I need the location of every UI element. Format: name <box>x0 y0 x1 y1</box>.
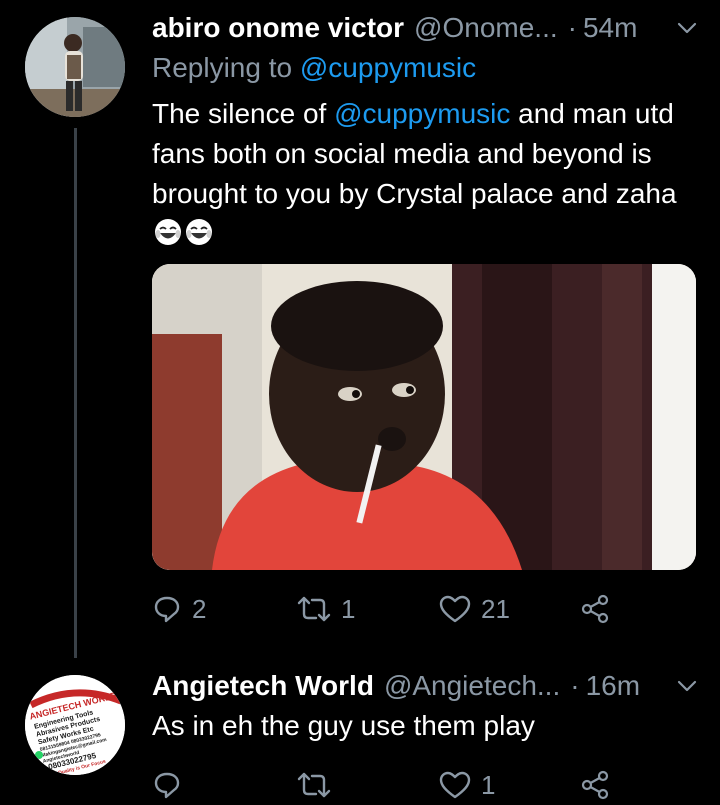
chevron-down-icon[interactable] <box>674 673 700 699</box>
share-icon <box>581 770 609 800</box>
tweet-header: Angietech World @Angietech... · 16m <box>152 666 700 706</box>
reply-button[interactable] <box>152 765 192 805</box>
share-icon <box>581 594 609 624</box>
like-icon <box>439 771 471 799</box>
retweet-count: 1 <box>341 593 356 624</box>
retweet-button[interactable]: 1 <box>297 589 355 629</box>
author-name[interactable]: Angietech World <box>152 670 374 702</box>
face-with-tears-of-joy-icon <box>153 217 183 247</box>
face-with-tears-of-joy-icon <box>184 217 214 247</box>
author-name[interactable]: abiro onome victor <box>152 12 404 44</box>
replying-to: Replying to @cuppymusic <box>152 52 476 84</box>
retweet-icon <box>297 772 331 798</box>
share-button[interactable] <box>580 765 610 805</box>
avatar-photo-icon <box>25 17 125 117</box>
tweet-2[interactable]: ANGIETECH WORLD Engineering Tools Abrasi… <box>0 660 720 800</box>
avatar[interactable] <box>25 17 125 117</box>
tweet-text-part: The silence of <box>152 98 327 129</box>
timestamp[interactable]: 16m <box>586 670 640 702</box>
tweet-1[interactable]: abiro onome victor @Onome... · 54m Reply… <box>0 0 720 660</box>
reply-icon <box>154 772 180 799</box>
reply-count: 2 <box>192 593 207 624</box>
author-handle[interactable]: @Angietech... <box>384 670 560 702</box>
author-handle[interactable]: @Onome... <box>414 12 558 44</box>
thread-line <box>74 128 77 658</box>
share-button[interactable] <box>580 589 610 629</box>
replying-to-label: Replying to <box>152 52 293 83</box>
like-icon <box>439 595 471 623</box>
tweet-text: As in eh the guy use them play <box>152 710 535 741</box>
separator-dot: · <box>567 12 577 43</box>
photo-icon <box>152 264 696 570</box>
retweet-button[interactable] <box>297 765 341 805</box>
angietech-logo: ANGIETECH WORLD Engineering Tools Abrasi… <box>25 675 125 775</box>
chevron-down-icon[interactable] <box>674 15 700 41</box>
retweet-icon <box>297 596 331 622</box>
tweet-text: The silence of @cuppymusic and man utd f… <box>152 94 692 254</box>
replying-to-handle[interactable]: @cuppymusic <box>300 52 476 83</box>
like-button[interactable]: 21 <box>439 589 510 629</box>
separator-dot: · <box>570 670 580 701</box>
mention-link[interactable]: @cuppymusic <box>334 98 510 129</box>
like-count: 1 <box>481 769 496 800</box>
tweet-media-image[interactable] <box>152 264 696 570</box>
reply-button[interactable]: 2 <box>152 589 206 629</box>
tweet-actions: 1 <box>152 765 622 805</box>
reply-icon <box>154 596 180 623</box>
tweet-header: abiro onome victor @Onome... · 54m <box>152 8 700 48</box>
avatar[interactable]: ANGIETECH WORLD Engineering Tools Abrasi… <box>25 675 125 775</box>
timestamp[interactable]: 54m <box>583 12 637 44</box>
like-button[interactable]: 1 <box>439 765 495 805</box>
tweet-actions: 2 1 21 <box>152 589 622 629</box>
like-count: 21 <box>481 593 510 624</box>
